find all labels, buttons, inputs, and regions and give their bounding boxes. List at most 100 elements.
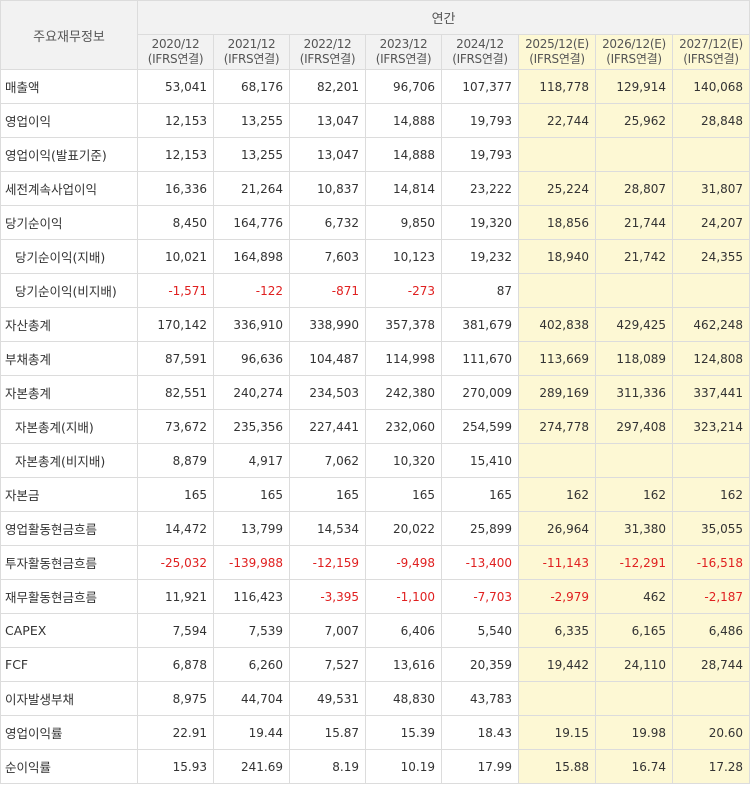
table-row: 당기순이익(지배) 10,021 164,898 7,603 10,123 19,232 1… — [0, 239, 750, 274]
value-cell: 232,060 — [365, 409, 442, 444]
value-cell: 19.98 — [595, 715, 673, 750]
value-cell: 4,917 — [213, 443, 290, 478]
value-cell: 9,850 — [365, 205, 442, 240]
table-row: 투자활동현금흐름 -25,032 -139,988 -12,159 -9,498 -13,… — [0, 545, 750, 580]
value-cell: 18.43 — [441, 715, 519, 750]
value-cell: 14,472 — [137, 511, 214, 546]
table-row: 순이익률 15.93 241.69 8.19 10.19 17.99 15.88 16.74 1… — [0, 749, 750, 784]
value-cell: 336,910 — [213, 307, 290, 342]
period-header: 2020/12 (IFRS연결) — [137, 34, 214, 70]
value-cell: 11,921 — [137, 579, 214, 614]
value-cell: 242,380 — [365, 375, 442, 410]
value-cell: 140,068 — [671, 69, 750, 104]
value-cell: 15,410 — [441, 443, 519, 478]
period-label: 2027/12(E) — [679, 37, 743, 51]
value-cell: 162 — [671, 477, 750, 512]
value-cell: -9,498 — [365, 545, 442, 580]
value-cell: 5,540 — [441, 613, 519, 648]
value-cell: 19,793 — [441, 103, 519, 138]
value-cell: 82,201 — [289, 69, 366, 104]
value-cell — [671, 681, 750, 716]
value-cell: 31,807 — [671, 171, 750, 206]
value-cell: 13,255 — [213, 103, 290, 138]
value-cell — [518, 137, 596, 172]
value-cell: 13,255 — [213, 137, 290, 172]
value-cell: -122 — [213, 273, 290, 308]
row-label: 자본총계 — [0, 375, 138, 410]
period-label: 2021/12 — [227, 37, 276, 51]
value-cell: 8,879 — [137, 443, 214, 478]
value-cell: 13,616 — [365, 647, 442, 682]
table-row: 영업이익(발표기준) 12,153 13,255 13,047 14,888 19,793 — [0, 137, 750, 172]
value-cell: 87 — [441, 273, 519, 308]
value-cell: 8,450 — [137, 205, 214, 240]
value-cell: 118,089 — [595, 341, 673, 376]
value-cell: 16.74 — [595, 749, 673, 784]
value-cell: -2,187 — [671, 579, 750, 614]
value-cell — [595, 443, 673, 478]
value-cell: 227,441 — [289, 409, 366, 444]
period-header: 2025/12(E) (IFRS연결) — [518, 34, 596, 70]
value-cell: 165 — [441, 477, 519, 512]
value-cell: 8,975 — [137, 681, 214, 716]
value-cell: 118,778 — [518, 69, 596, 104]
value-cell: 289,169 — [518, 375, 596, 410]
value-cell: 6,732 — [289, 205, 366, 240]
basis-label: (IFRS연결) — [299, 52, 356, 66]
value-cell: 22,744 — [518, 103, 596, 138]
value-cell: 25,224 — [518, 171, 596, 206]
row-label: 세전계속사업이익 — [0, 171, 138, 206]
value-cell: 21,744 — [595, 205, 673, 240]
table-row: 영업이익률 22.91 19.44 15.87 15.39 18.43 19.15 19.98… — [0, 715, 750, 750]
value-cell: 7,007 — [289, 613, 366, 648]
row-label: 이자발생부채 — [0, 681, 138, 716]
row-label: 부채총계 — [0, 341, 138, 376]
value-cell: 35,055 — [671, 511, 750, 546]
value-cell: 241.69 — [213, 749, 290, 784]
value-cell: 129,914 — [595, 69, 673, 104]
value-cell: 462,248 — [671, 307, 750, 342]
value-cell: 26,964 — [518, 511, 596, 546]
value-cell: 7,594 — [137, 613, 214, 648]
value-cell: 68,176 — [213, 69, 290, 104]
period-label: 2023/12 — [379, 37, 428, 51]
value-cell: -273 — [365, 273, 442, 308]
value-cell: 254,599 — [441, 409, 519, 444]
table-row: 부채총계 87,591 96,636 104,487 114,998 111,670 113… — [0, 341, 750, 376]
value-cell: 10.19 — [365, 749, 442, 784]
value-cell: 15.93 — [137, 749, 214, 784]
value-cell: 234,503 — [289, 375, 366, 410]
period-header: 2022/12 (IFRS연결) — [289, 34, 366, 70]
value-cell: 6,165 — [595, 613, 673, 648]
value-cell: 15.39 — [365, 715, 442, 750]
value-cell: 12,153 — [137, 137, 214, 172]
value-cell: 15.88 — [518, 749, 596, 784]
value-cell: 20,359 — [441, 647, 519, 682]
value-cell: 7,539 — [213, 613, 290, 648]
period-header: 2024/12 (IFRS연결) — [441, 34, 519, 70]
value-cell: 337,441 — [671, 375, 750, 410]
value-cell: -871 — [289, 273, 366, 308]
table-row: 자본금 165 165 165 165 165 162 162 162 — [0, 477, 750, 512]
value-cell: 10,837 — [289, 171, 366, 206]
value-cell: 44,704 — [213, 681, 290, 716]
row-label: 영업이익률 — [0, 715, 138, 750]
row-label: 당기순이익(비지배) — [0, 273, 138, 308]
value-cell: -12,159 — [289, 545, 366, 580]
value-cell: 6,878 — [137, 647, 214, 682]
table-row: 재무활동현금흐름 11,921 116,423 -3,395 -1,100 -7,703-… — [0, 579, 750, 614]
value-cell: 10,021 — [137, 239, 214, 274]
value-cell: 165 — [365, 477, 442, 512]
row-label: 순이익률 — [0, 749, 138, 784]
value-cell: 13,047 — [289, 137, 366, 172]
value-cell — [671, 137, 750, 172]
value-cell: 53,041 — [137, 69, 214, 104]
value-cell: 7,062 — [289, 443, 366, 478]
value-cell: -139,988 — [213, 545, 290, 580]
table-row: 세전계속사업이익 16,336 21,264 10,837 14,814 23,222 25… — [0, 171, 750, 206]
value-cell: 96,636 — [213, 341, 290, 376]
value-cell: 17.28 — [671, 749, 750, 784]
value-cell: -25,032 — [137, 545, 214, 580]
period-label: 2022/12 — [303, 37, 352, 51]
row-label: 영업이익(발표기준) — [0, 137, 138, 172]
